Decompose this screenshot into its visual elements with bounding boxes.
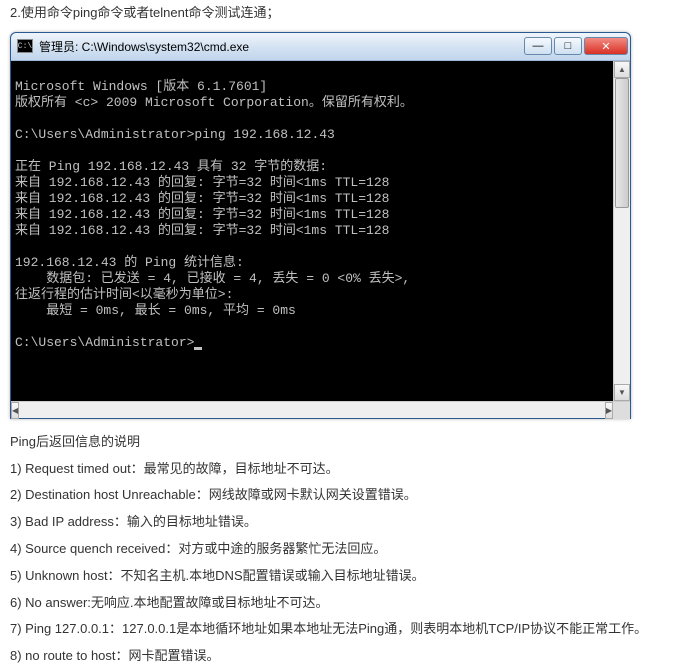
scroll-right-button[interactable]: ▶ [605,402,613,419]
ping-note-4: 4) Source quench received：对方或中途的服务器繁忙无法回… [0,536,673,563]
scroll-thumb-v[interactable] [615,78,629,208]
cmd-line: 版权所有 <c> 2009 Microsoft Corporation。保留所有… [15,95,413,110]
close-button[interactable]: ✕ [584,37,628,55]
cmd-prompt-text: C:\Users\Administrator> [15,335,194,350]
title-path: C:\Windows\system32\cmd.exe [82,40,249,54]
cmd-line: 数据包: 已发送 = 4, 已接收 = 4, 丢失 = 0 <0% 丢失>, [15,271,410,286]
scroll-corner [613,402,630,419]
scroll-down-button[interactable]: ▼ [614,384,630,401]
scroll-up-button[interactable]: ▲ [614,61,630,78]
cmd-line: Microsoft Windows [版本 6.1.7601] [15,79,267,94]
ping-note-5: 5) Unknown host：不知名主机.本地DNS配置错误或输入目标地址错误… [0,563,673,590]
title-prefix: 管理员: [39,40,82,54]
cmd-line: 往返行程的估计时间<以毫秒为单位>: [15,287,233,302]
ping-note-3: 3) Bad IP address：输入的目标地址错误。 [0,509,673,536]
cmd-line: 来自 192.168.12.43 的回复: 字节=32 时间<1ms TTL=1… [15,207,389,222]
cmd-line: 192.168.12.43 的 Ping 统计信息: [15,255,244,270]
window-title: 管理员: C:\Windows\system32\cmd.exe [39,38,522,55]
cmd-prompt: C:\Users\Administrator> [15,335,202,350]
doc-step-2: 2.使用命令ping命令或者telnent命令测试连通； [0,0,673,27]
cmd-terminal[interactable]: Microsoft Windows [版本 6.1.7601] 版权所有 <c>… [11,61,613,401]
ping-note-1: 1) Request timed out：最常见的故障，目标地址不可达。 [0,456,673,483]
title-bar[interactable]: C:\ 管理员: C:\Windows\system32\cmd.exe — □… [11,33,630,61]
scroll-left-button[interactable]: ◀ [11,402,19,419]
scroll-track-h[interactable] [19,402,605,418]
ping-note-7: 7) Ping 127.0.0.1：127.0.0.1是本地循环地址如果本地址无… [0,616,673,643]
window-buttons: — □ ✕ [522,37,628,55]
scroll-track-v[interactable] [614,78,630,384]
ping-note-8: 8) no route to host：网卡配置错误。 [0,643,673,670]
cmd-line: 来自 192.168.12.43 的回复: 字节=32 时间<1ms TTL=1… [15,191,389,206]
cmd-line: 来自 192.168.12.43 的回复: 字节=32 时间<1ms TTL=1… [15,175,389,190]
ping-note-2: 2) Destination host Unreachable：网线故障或网卡默… [0,482,673,509]
horizontal-scrollbar[interactable]: ◀ ▶ [11,401,630,418]
cmd-body-wrap: Microsoft Windows [版本 6.1.7601] 版权所有 <c>… [11,61,630,401]
cmd-icon: C:\ [17,39,33,53]
maximize-button[interactable]: □ [554,37,582,55]
cmd-line: C:\Users\Administrator>ping 192.168.12.4… [15,127,335,142]
cmd-line: 最短 = 0ms, 最长 = 0ms, 平均 = 0ms [15,303,296,318]
cursor-icon [194,347,202,350]
cmd-line: 正在 Ping 192.168.12.43 具有 32 字节的数据: [15,159,327,174]
ping-info-title: Ping后返回信息的说明 [0,429,673,456]
cmd-line: 来自 192.168.12.43 的回复: 字节=32 时间<1ms TTL=1… [15,223,389,238]
ping-note-6: 6) No answer:无响应.本地配置故障或目标地址不可达。 [0,590,673,617]
minimize-button[interactable]: — [524,37,552,55]
cmd-window-wrapper: C:\ 管理员: C:\Windows\system32\cmd.exe — □… [10,32,663,419]
vertical-scrollbar[interactable]: ▲ ▼ [613,61,630,401]
cmd-window: C:\ 管理员: C:\Windows\system32\cmd.exe — □… [10,32,631,419]
